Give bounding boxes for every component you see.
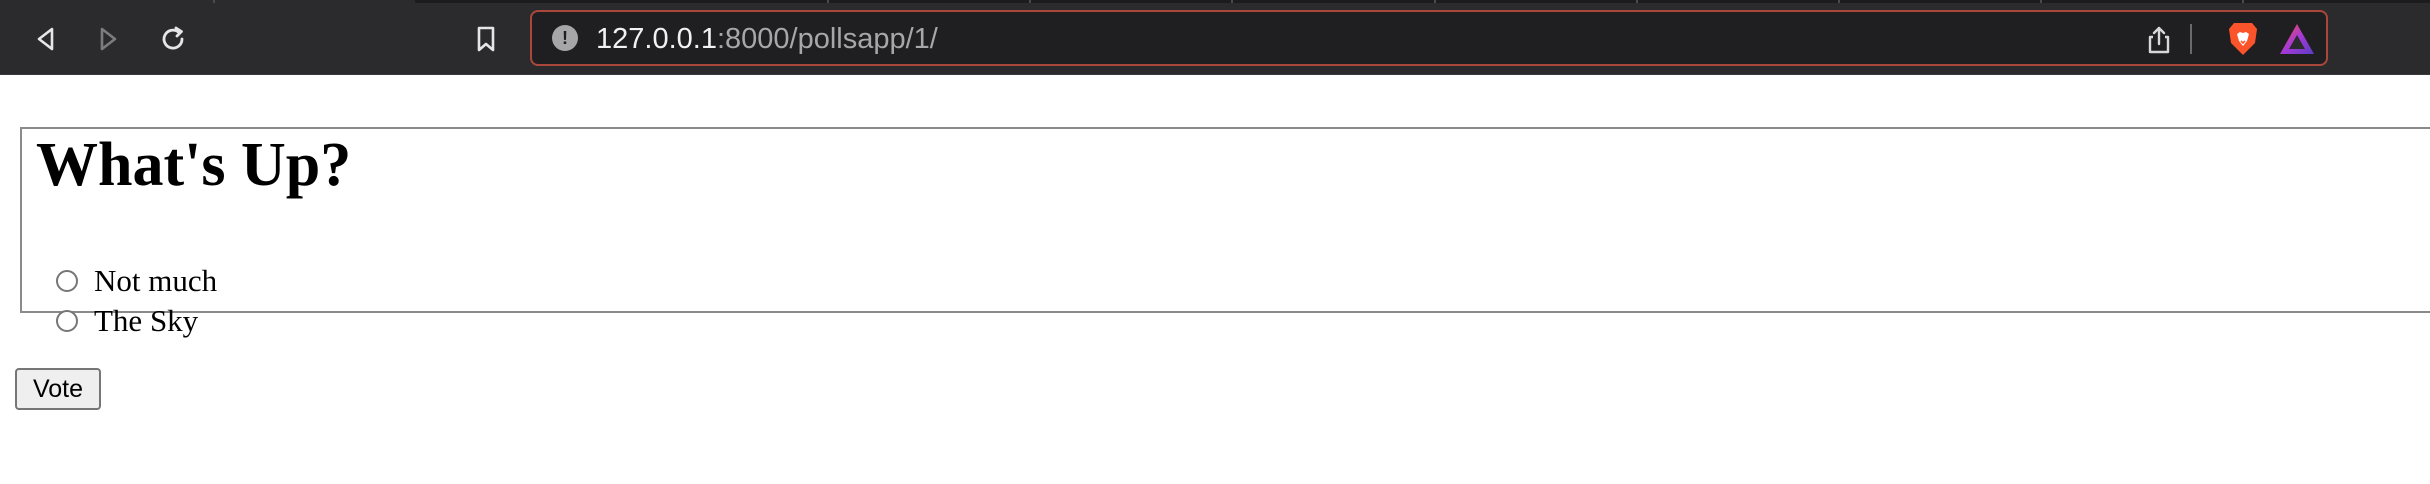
browser-toolbar: ! 127.0.0.1:8000/pollsapp/1/ xyxy=(0,3,2430,75)
back-button[interactable] xyxy=(24,17,68,61)
forward-arrow-icon xyxy=(100,27,117,51)
poll-question: What's Up? xyxy=(30,130,358,200)
forward-button[interactable] xyxy=(86,17,130,61)
bookmark-icon xyxy=(477,26,495,52)
url-text[interactable]: 127.0.0.1:8000/pollsapp/1/ xyxy=(596,23,938,55)
reload-icon xyxy=(162,26,184,50)
choice-label: The Sky xyxy=(94,303,199,338)
info-icon[interactable]: ! xyxy=(552,25,578,51)
back-arrow-icon xyxy=(37,27,54,51)
brave-lion-icon[interactable] xyxy=(2226,21,2260,57)
bookmark-button[interactable] xyxy=(464,17,508,61)
share-icon[interactable] xyxy=(2144,25,2174,55)
page-content: What's Up? Not much The Sky Vote xyxy=(0,75,2430,484)
choice-radio[interactable] xyxy=(56,310,78,332)
choice-the-sky[interactable]: The Sky xyxy=(56,303,198,339)
poll-fieldset xyxy=(20,127,2430,313)
url-host: 127.0.0.1 xyxy=(596,23,717,55)
brave-rewards-icon[interactable] xyxy=(2278,22,2316,56)
choice-not-much[interactable]: Not much xyxy=(56,263,217,299)
url-path: :8000/pollsapp/1/ xyxy=(716,23,938,55)
address-bar[interactable]: ! 127.0.0.1:8000/pollsapp/1/ xyxy=(530,10,2328,66)
choice-radio[interactable] xyxy=(56,270,78,292)
choice-label: Not much xyxy=(94,263,218,298)
toolbar-divider xyxy=(2190,24,2192,54)
vote-button[interactable]: Vote xyxy=(15,368,101,410)
reload-button[interactable] xyxy=(151,17,195,61)
